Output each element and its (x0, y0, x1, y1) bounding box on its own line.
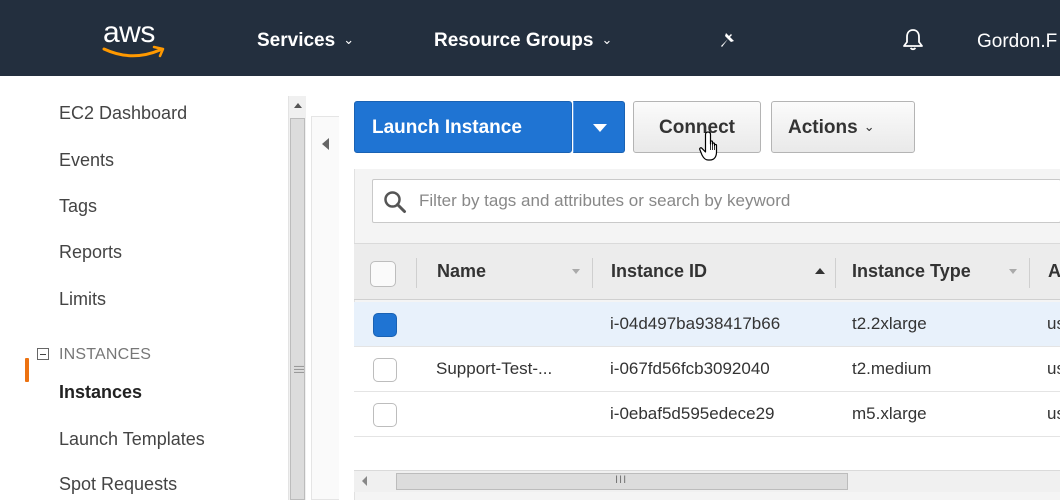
main-content: Launch Instance Connect Actions ⌄ Name In… (339, 76, 1060, 500)
cell-instance-type: t2.medium (852, 359, 932, 378)
sidebar-section-instances[interactable]: INSTANCES (37, 346, 151, 364)
scroll-grip-icon: — — — (294, 361, 304, 378)
resource-groups-label: Resource Groups (434, 30, 594, 51)
launch-instance-label: Launch Instance (372, 117, 522, 138)
table-empty-area (354, 437, 1060, 470)
table-row[interactable]: i-0ebaf5d595edece29 m5.xlarge us (354, 392, 1060, 437)
actions-label: Actions ⌄ (788, 117, 875, 139)
column-divider (835, 258, 836, 288)
user-account-menu[interactable]: Gordon.F (977, 31, 1057, 53)
connect-button[interactable]: Connect (633, 101, 761, 153)
sidebar-item-instances[interactable]: Instances (59, 382, 142, 403)
sidebar-scroll-thumb[interactable]: — — — (290, 118, 305, 500)
pin-icon[interactable] (718, 28, 740, 50)
column-header-instance-id[interactable]: Instance ID (611, 261, 707, 282)
section-label: INSTANCES (59, 346, 152, 363)
sidebar-item-ec2-dashboard[interactable]: EC2 Dashboard (59, 103, 187, 124)
cell-name: Support-Test-... (436, 359, 553, 378)
table-horizontal-scrollbar[interactable]: III (354, 470, 1060, 492)
table-header: Name Instance ID Instance Type A (354, 243, 1060, 300)
column-divider (592, 258, 593, 288)
top-navigation-bar: aws Services ⌄ Resource Groups ⌄ Gordon.F (0, 0, 1060, 76)
scroll-left-arrow-icon[interactable] (362, 476, 367, 486)
row-checkbox[interactable] (373, 313, 397, 337)
select-all-checkbox[interactable] (370, 261, 396, 287)
connect-label: Connect (659, 117, 735, 138)
cell-instance-id: i-067fd56fcb3092040 (610, 359, 770, 378)
active-item-indicator (25, 358, 29, 382)
search-icon (384, 191, 406, 213)
hand-pointer-cursor-icon (699, 131, 718, 161)
scroll-up-arrow-icon[interactable] (289, 96, 307, 116)
table-row[interactable]: i-04d497ba938417b66 t2.2xlarge us (354, 302, 1060, 347)
row-checkbox[interactable] (373, 358, 397, 382)
column-divider (1029, 258, 1030, 288)
sort-arrow-up-icon[interactable] (815, 268, 825, 274)
aws-smile-icon (102, 45, 165, 58)
chevron-down-icon: ⌄ (863, 119, 875, 134)
row-checkbox[interactable] (373, 403, 397, 427)
services-label: Services (257, 30, 336, 51)
launch-instance-dropdown-button[interactable] (573, 101, 625, 153)
column-divider (416, 258, 417, 288)
filter-input[interactable] (419, 180, 1059, 222)
chevron-down-icon: ⌄ (343, 32, 355, 47)
collapse-section-icon (37, 348, 49, 360)
actions-text: Actions (788, 117, 858, 138)
sidebar-item-spot-requests[interactable]: Spot Requests (59, 474, 177, 495)
filter-bar[interactable] (372, 179, 1060, 223)
sidebar-item-reports[interactable]: Reports (59, 242, 122, 263)
sort-arrow-down-icon[interactable] (1009, 269, 1017, 274)
cell-instance-type: m5.xlarge (852, 404, 927, 423)
bell-icon[interactable] (902, 27, 924, 51)
table-scroll-thumb[interactable]: III (396, 473, 848, 490)
scroll-grip-icon: III (615, 474, 628, 486)
actions-button[interactable]: Actions ⌄ (771, 101, 915, 153)
cell-instance-id: i-04d497ba938417b66 (610, 314, 781, 333)
chevron-left-icon (322, 138, 329, 150)
sidebar-item-tags[interactable]: Tags (59, 196, 97, 217)
sidebar: EC2 Dashboard Events Tags Reports Limits… (0, 76, 288, 500)
cell-availability-zone: us (1047, 404, 1060, 423)
cell-availability-zone: us (1047, 359, 1060, 378)
cell-availability-zone: us (1047, 314, 1060, 333)
sidebar-item-events[interactable]: Events (59, 150, 114, 171)
column-header-availability-zone[interactable]: A (1048, 261, 1060, 282)
aws-logo[interactable]: aws (100, 16, 172, 62)
column-header-instance-type[interactable]: Instance Type (852, 261, 971, 282)
resource-groups-menu[interactable]: Resource Groups ⌄ (434, 30, 612, 52)
launch-instance-button[interactable]: Launch Instance (354, 101, 572, 153)
cell-instance-id: i-0ebaf5d595edece29 (610, 404, 775, 423)
column-header-name[interactable]: Name (437, 261, 486, 282)
sort-arrow-down-icon[interactable] (572, 269, 580, 274)
sidebar-scrollbar[interactable]: — — — (288, 96, 306, 500)
sidebar-item-limits[interactable]: Limits (59, 289, 106, 310)
cell-instance-type: t2.2xlarge (852, 314, 927, 333)
services-menu[interactable]: Services ⌄ (257, 30, 354, 52)
collapse-sidebar-toggle[interactable] (311, 116, 339, 500)
table-row[interactable]: Support-Test-... i-067fd56fcb3092040 t2.… (354, 347, 1060, 392)
chevron-down-icon: ⌄ (601, 32, 613, 47)
sidebar-item-launch-templates[interactable]: Launch Templates (59, 429, 205, 450)
